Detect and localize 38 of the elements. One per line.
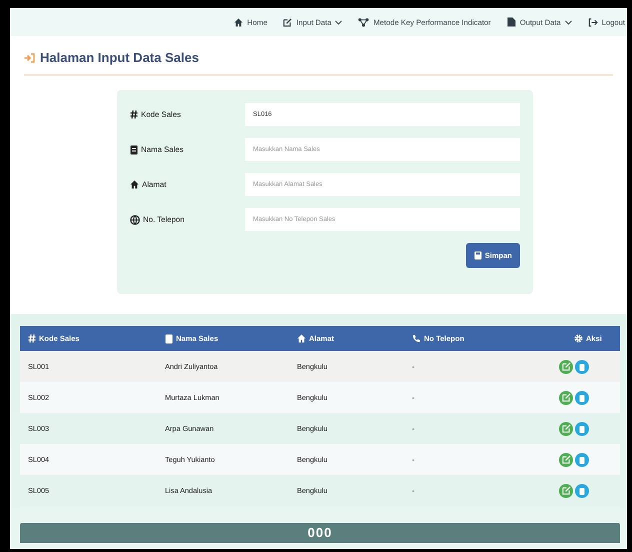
page-title: Halaman Input Data Sales [40, 50, 199, 65]
delete-button[interactable] [575, 360, 589, 374]
delete-button[interactable] [575, 422, 589, 436]
network-icon [358, 18, 370, 26]
sign-in-icon [24, 52, 35, 62]
edit-button[interactable] [559, 422, 573, 436]
edit-icon [562, 455, 570, 464]
delete-button[interactable] [575, 390, 589, 404]
edit-icon [562, 393, 570, 402]
home-icon [297, 334, 306, 343]
edit-icon [562, 362, 570, 371]
phone-icon [412, 334, 421, 343]
delete-button[interactable] [575, 484, 589, 498]
delete-button[interactable] [575, 452, 589, 466]
footer-text: 000 [308, 524, 332, 542]
file-icon [506, 17, 516, 27]
trash-icon [579, 486, 585, 494]
gear-icon [574, 334, 583, 343]
home-icon [130, 180, 139, 189]
edit-icon [562, 486, 570, 495]
save-icon [474, 251, 482, 260]
id-card-icon [130, 144, 138, 154]
edit-button[interactable] [559, 390, 573, 404]
trash-icon [579, 394, 585, 402]
edit-icon [562, 424, 570, 433]
edit-icon [283, 18, 292, 26]
hash-icon [130, 110, 138, 119]
globe-icon [130, 214, 140, 224]
edit-button[interactable] [559, 484, 573, 498]
trash-icon [579, 362, 585, 370]
hash-icon [28, 334, 36, 343]
trash-icon [579, 456, 585, 464]
id-card-icon [165, 334, 173, 344]
edit-button[interactable] [559, 452, 573, 466]
home-icon [234, 18, 244, 26]
logout-icon [588, 18, 598, 26]
edit-button[interactable] [559, 360, 573, 374]
trash-icon [579, 424, 585, 432]
